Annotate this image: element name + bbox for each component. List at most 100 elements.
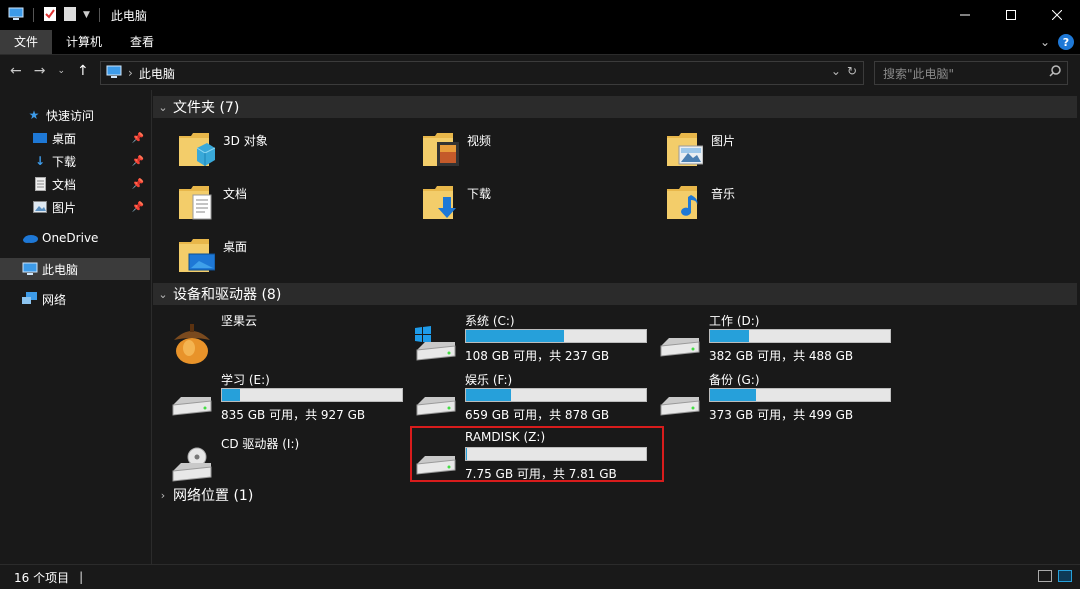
help-icon[interactable]: ? <box>1058 34 1074 50</box>
maximize-button[interactable] <box>988 0 1034 30</box>
back-icon[interactable]: ← <box>10 63 22 79</box>
quick-access-toolbar: ▼ <box>0 0 103 30</box>
address-dropdown-icon[interactable]: ⌄ <box>831 64 841 78</box>
address-actions: ⌄ ↻ <box>831 64 857 78</box>
folder-name: 图片 <box>711 134 736 148</box>
document-icon <box>32 176 48 192</box>
tab-file[interactable]: 文件 <box>0 30 53 54</box>
computer-icon <box>106 65 122 82</box>
customize-toolbar-icon[interactable]: ▼ <box>83 10 90 20</box>
sidebar-item-onedrive[interactable]: OneDrive <box>0 227 150 249</box>
sidebar-item-downloads[interactable]: ↓ 下载 📌 <box>0 150 150 172</box>
sidebar-item-label: 文档 <box>52 177 77 192</box>
window-title: 此电脑 <box>110 8 147 23</box>
up-icon[interactable]: ↑ <box>77 63 89 79</box>
navigation-pane: ★ 快速访问 桌面 📌 ↓ 下载 📌 文档 📌 图片 📌 OneDrive 此电… <box>0 90 152 564</box>
navigation-bar: ← → ⌄ ↑ › 此电脑 ⌄ ↻ 搜索"此电脑" <box>0 54 1080 90</box>
search-input[interactable]: 搜索"此电脑" <box>874 61 1068 85</box>
sidebar-item-quick-access[interactable]: ★ 快速访问 <box>0 104 150 126</box>
group-header-folders[interactable]: ⌄ 文件夹 (7) <box>153 96 1077 118</box>
sidebar-item-label: 下载 <box>52 154 77 169</box>
details-view-icon[interactable] <box>1038 570 1052 582</box>
recent-locations-icon[interactable]: ⌄ <box>57 66 65 76</box>
drive-name: 备份 (G:) <box>709 373 760 387</box>
picture-icon <box>32 199 48 215</box>
expand-ribbon-icon[interactable]: ⌄ <box>1040 35 1050 49</box>
tab-computer[interactable]: 计算机 <box>52 30 116 54</box>
3d-objects-folder-icon <box>179 133 215 166</box>
folder-item-music[interactable]: 音乐 <box>641 177 881 227</box>
title-bar: ▼ 此电脑 <box>0 0 1080 30</box>
drive-usage-fill <box>466 330 564 342</box>
sidebar-item-documents[interactable]: 文档 📌 <box>0 173 150 195</box>
forward-icon[interactable]: → <box>34 63 46 79</box>
folder-item-3d-objects[interactable]: 3D 对象 <box>153 124 393 174</box>
new-folder-icon[interactable] <box>63 6 77 25</box>
drive-space-info: 373 GB 可用，共 499 GB <box>709 408 854 422</box>
refresh-icon[interactable]: ↻ <box>847 64 857 78</box>
video-folder-icon <box>423 133 459 166</box>
cloud-icon <box>22 230 38 246</box>
large-icons-view-icon[interactable] <box>1058 570 1072 582</box>
folder-item-pictures[interactable]: 图片 <box>641 124 881 174</box>
drive-item-g[interactable]: 备份 (G:) 373 GB 可用，共 499 GB <box>641 371 891 427</box>
sidebar-item-label: 此电脑 <box>42 262 79 277</box>
pin-icon[interactable]: 📌 <box>132 133 144 144</box>
group-header-devices[interactable]: ⌄ 设备和驱动器 (8) <box>153 283 1077 305</box>
drive-item-d[interactable]: 工作 (D:) 382 GB 可用，共 488 GB <box>641 312 891 368</box>
drive-item-c[interactable]: 系统 (C:) 108 GB 可用，共 237 GB <box>397 312 647 368</box>
folder-item-videos[interactable]: 视频 <box>397 124 637 174</box>
tab-view[interactable]: 查看 <box>116 30 168 54</box>
drive-item-f[interactable]: 娱乐 (F:) 659 GB 可用，共 878 GB <box>397 371 647 427</box>
pin-icon[interactable]: 📌 <box>132 179 144 190</box>
drive-usage-fill <box>466 389 511 401</box>
folder-item-documents[interactable]: 文档 <box>153 177 393 227</box>
drive-item-cd[interactable]: CD 驱动器 (I:) <box>153 435 398 491</box>
content-pane: ⌄ 文件夹 (7) 3D 对象 视频 图片 文档 下载 音乐 桌面 ⌄ 设备和驱… <box>153 90 1080 564</box>
minimize-button[interactable] <box>942 0 988 30</box>
properties-icon[interactable] <box>43 6 57 25</box>
divider <box>33 8 34 22</box>
pin-icon[interactable]: 📌 <box>132 156 144 167</box>
folder-name: 音乐 <box>711 187 736 201</box>
nav-buttons: ← → ⌄ ↑ <box>10 63 89 79</box>
close-button[interactable] <box>1034 0 1080 30</box>
folder-item-downloads[interactable]: 下载 <box>397 177 637 227</box>
drive-usage-bar <box>465 329 647 343</box>
drive-item-jianguoyun[interactable]: 坚果云 <box>153 312 398 368</box>
divider <box>98 8 100 22</box>
hard-drive-icon <box>660 338 700 357</box>
view-switcher <box>1038 570 1072 582</box>
breadcrumb-chevron-icon[interactable]: › <box>128 66 133 80</box>
folder-item-desktop[interactable]: 桌面 <box>153 230 393 280</box>
sidebar-item-network[interactable]: 网络 <box>0 288 150 310</box>
drive-space-info: 835 GB 可用，共 927 GB <box>221 408 366 422</box>
sidebar-item-this-pc[interactable]: 此电脑 <box>0 258 150 280</box>
acorn-icon <box>174 324 210 364</box>
drive-usage-bar <box>709 388 891 402</box>
drive-usage-fill <box>710 389 756 401</box>
group-header-network[interactable]: › 网络位置 (1) <box>153 484 253 506</box>
drive-usage-bar <box>465 388 647 402</box>
drive-usage-fill <box>710 330 750 342</box>
network-icon <box>22 291 38 307</box>
drive-usage-fill <box>222 389 240 401</box>
sidebar-item-label: 桌面 <box>52 131 77 146</box>
breadcrumb[interactable]: 此电脑 <box>139 65 175 82</box>
sidebar-item-pictures[interactable]: 图片 📌 <box>0 196 150 218</box>
folder-name: 3D 对象 <box>223 134 268 148</box>
group-title: 网络位置 (1) <box>173 488 254 504</box>
star-icon: ★ <box>28 108 40 122</box>
search-icon[interactable] <box>1049 65 1061 80</box>
sidebar-item-desktop[interactable]: 桌面 📌 <box>0 127 150 149</box>
highlight-box <box>410 426 664 482</box>
drive-space-info: 382 GB 可用，共 488 GB <box>709 349 854 363</box>
sidebar-item-label: 图片 <box>52 200 77 215</box>
chevron-down-icon: ⌄ <box>158 287 168 301</box>
hard-drive-icon <box>172 397 212 416</box>
drive-item-e[interactable]: 学习 (E:) 835 GB 可用，共 927 GB <box>153 371 403 427</box>
drive-name: 坚果云 <box>221 314 258 328</box>
pin-icon[interactable]: 📌 <box>132 202 144 213</box>
address-bar[interactable]: › 此电脑 ⌄ ↻ <box>100 61 864 85</box>
picture-folder-icon <box>667 133 703 166</box>
